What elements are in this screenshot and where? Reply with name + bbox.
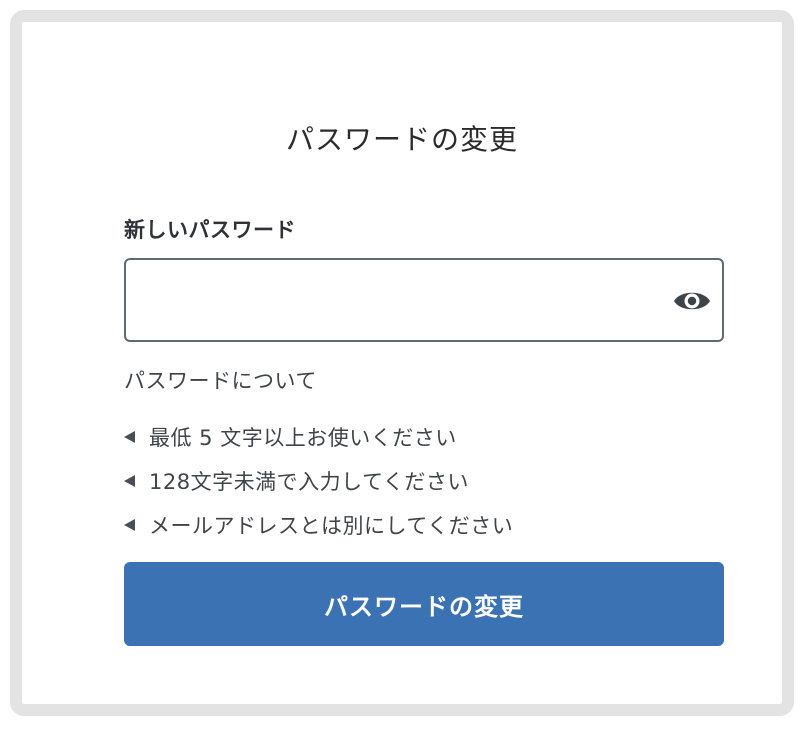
page-title: パスワードの変更 [285, 123, 518, 156]
new-password-field-container [124, 258, 724, 342]
password-requirements-list: 最低 5 文字以上お使いください 128文字未満で入力してください メールアドレ… [124, 415, 513, 547]
change-password-button[interactable]: パスワードの変更 [124, 562, 724, 646]
eye-icon[interactable] [672, 286, 712, 316]
triangle-left-icon [124, 475, 135, 487]
password-requirements-heading: パスワードについて [124, 369, 317, 393]
password-change-card: パスワードの変更 新しいパスワード パスワードについて 最低 5 文字以上お使い… [10, 10, 794, 716]
requirement-text: 最低 5 文字以上お使いください [149, 426, 457, 450]
new-password-input[interactable] [142, 260, 666, 342]
triangle-left-icon [124, 431, 135, 443]
triangle-left-icon [124, 519, 135, 531]
list-item: メールアドレスとは別にしてください [124, 503, 513, 547]
requirement-text: 128文字未満で入力してください [149, 470, 469, 494]
list-item: 最低 5 文字以上お使いください [124, 415, 513, 459]
requirement-text: メールアドレスとは別にしてください [149, 514, 514, 538]
new-password-label: 新しいパスワード [124, 218, 296, 242]
list-item: 128文字未満で入力してください [124, 459, 513, 503]
